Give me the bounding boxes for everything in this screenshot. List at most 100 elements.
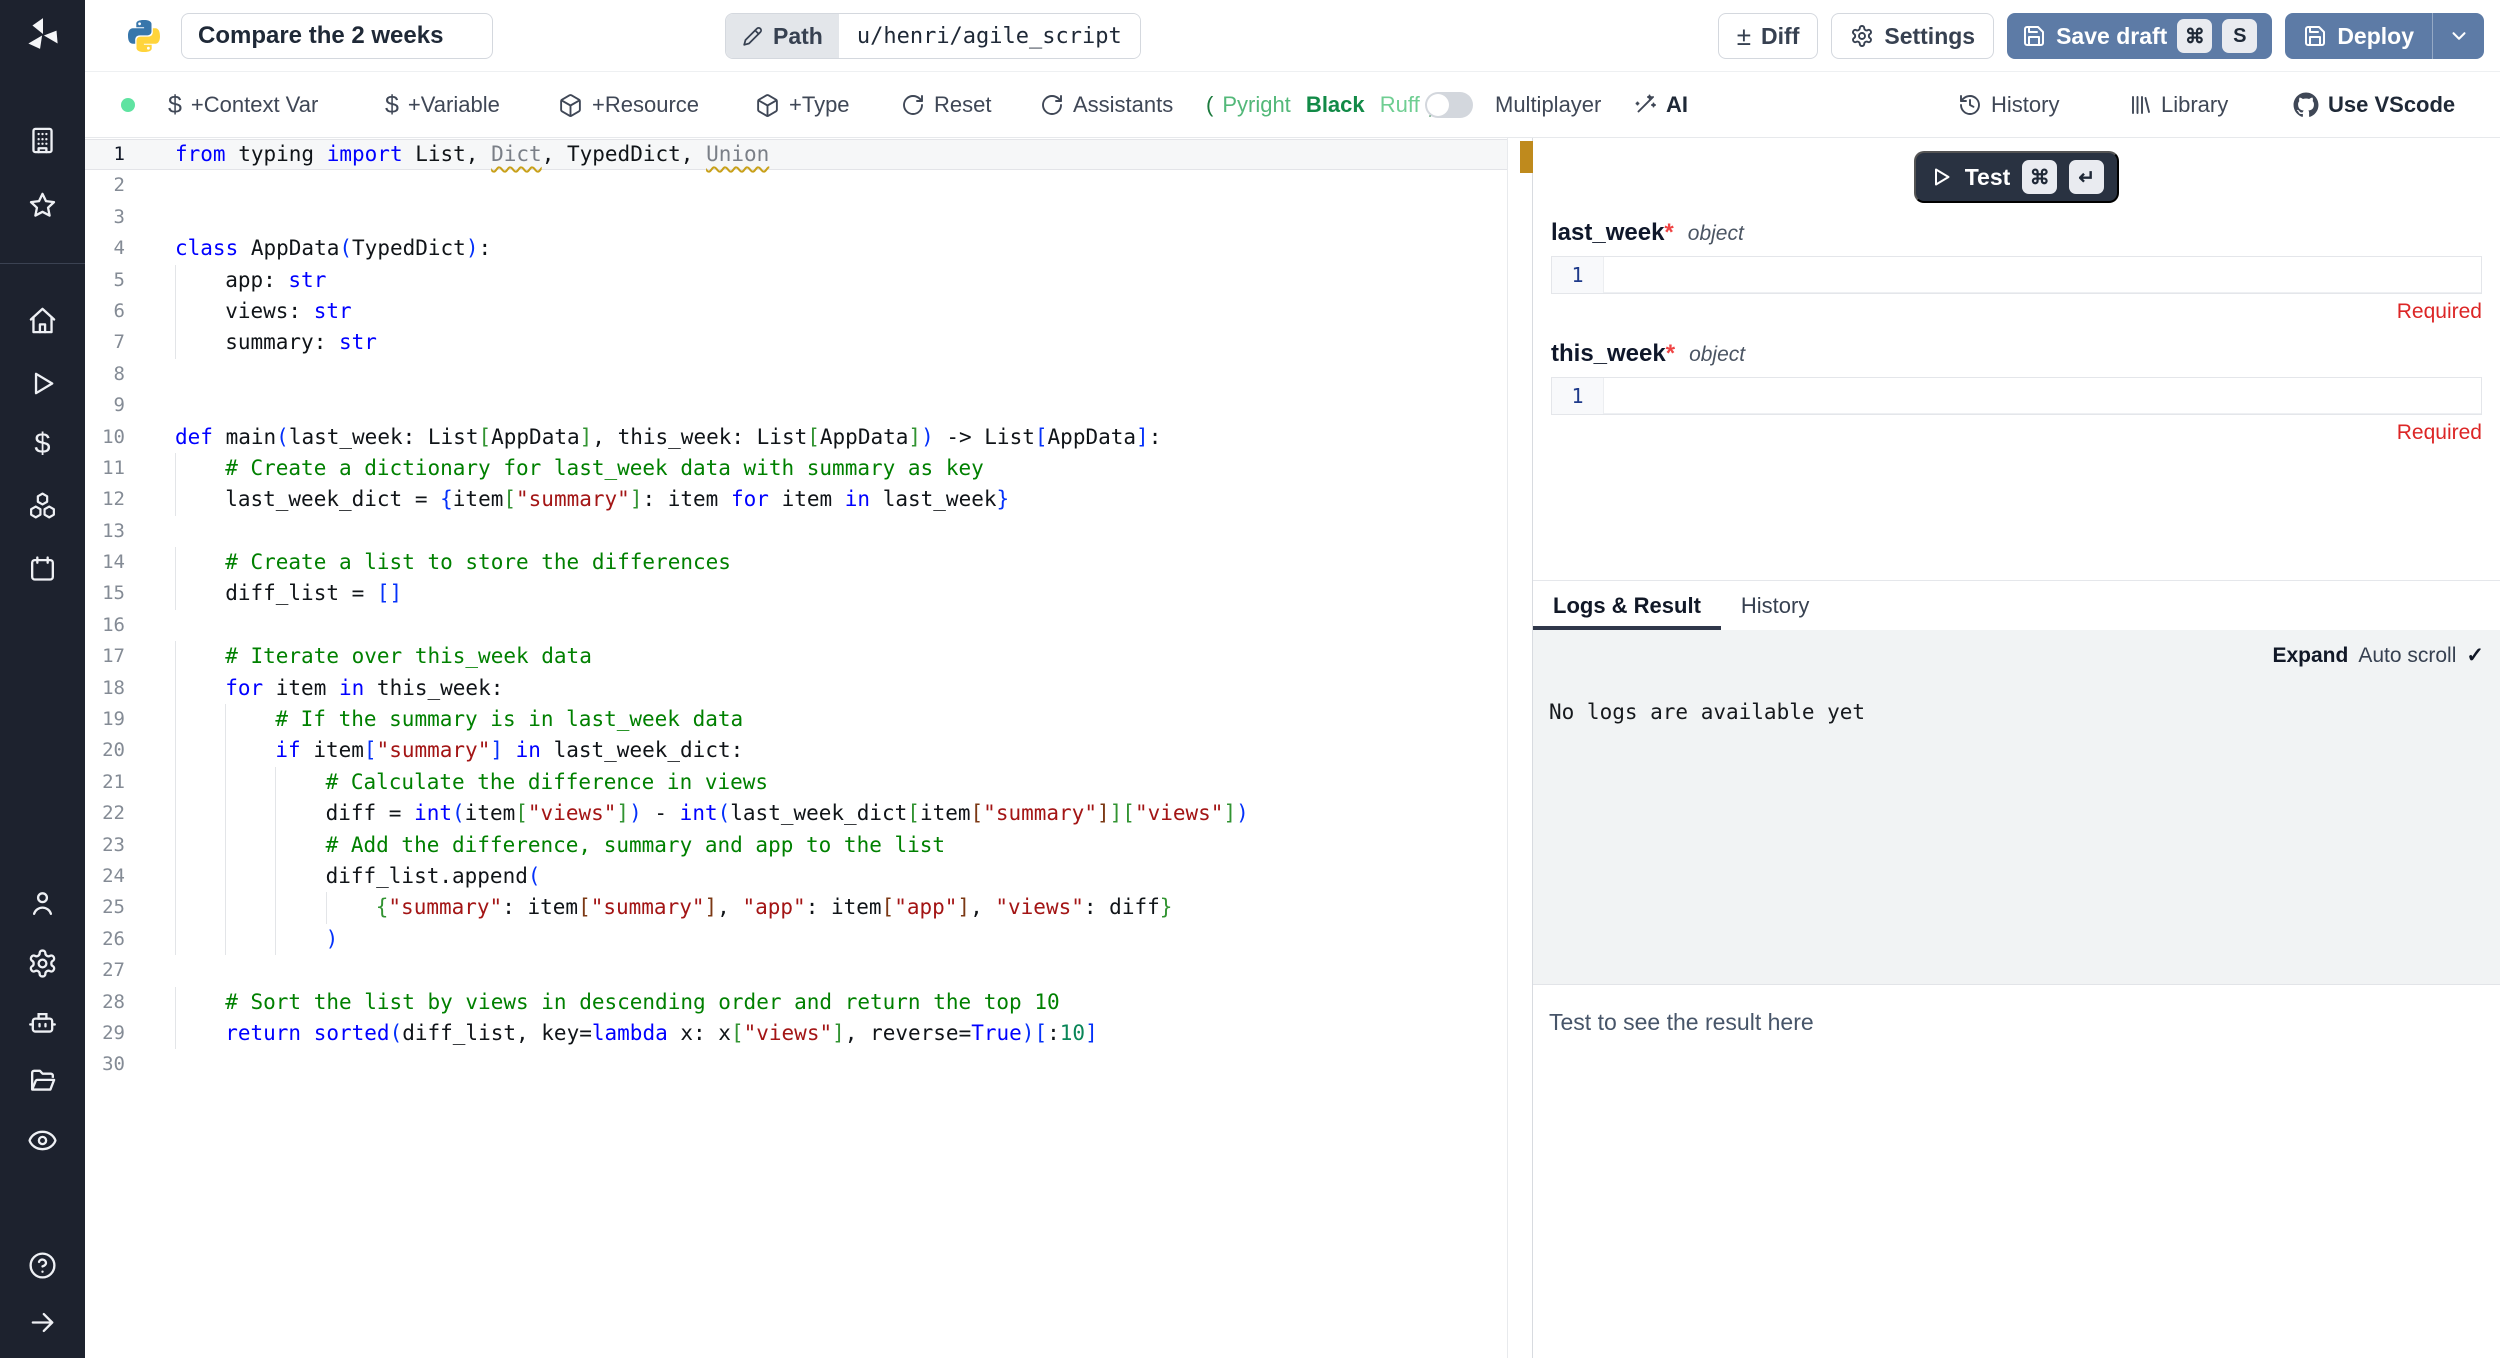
code-line[interactable]: 26) [85,924,1507,955]
windmill-logo[interactable] [0,0,85,70]
building-icon[interactable] [27,125,58,156]
json-editor-content[interactable] [1604,378,2481,414]
gear-icon [1850,24,1874,48]
multiplayer-toggle[interactable] [1425,72,1473,138]
code-line[interactable]: 17# Iterate over this_week data [85,641,1507,672]
code-line[interactable]: 24diff_list.append( [85,861,1507,892]
code-line[interactable]: 15diff_list = [] [85,578,1507,609]
line-content: # Calculate the difference in views [175,767,768,798]
code-line[interactable]: 28# Sort the list by views in descending… [85,987,1507,1018]
line-number: 9 [85,390,125,421]
code-line[interactable]: 21# Calculate the difference in views [85,767,1507,798]
code-line[interactable]: 30 [85,1049,1507,1080]
code-line[interactable]: 4class AppData(TypedDict): [85,233,1507,264]
left-sidebar: $ [0,0,85,1358]
line-content: # If the summary is in last_week data [175,704,743,735]
reset-button[interactable]: Reset [901,72,991,138]
autoscroll-checkbox[interactable]: ✓ [2466,643,2484,668]
line-content: # Sort the list by views in descending o… [175,987,1060,1018]
schedules-calendar-icon[interactable] [27,553,58,584]
tab-logs-result[interactable]: Logs & Result [1533,581,1721,630]
code-line[interactable]: 7summary: str [85,327,1507,358]
code-line[interactable]: 25{"summary": item["summary"], "app": it… [85,892,1507,923]
json-editor-line-number: 1 [1552,257,1604,293]
code-line[interactable]: 18for item in this_week: [85,673,1507,704]
code-line[interactable]: 29return sorted(diff_list, key=lambda x:… [85,1018,1507,1049]
deploy-button[interactable]: Deploy [2285,13,2432,59]
path-group[interactable]: Path u/henri/agile_script [725,13,1141,59]
code-editor[interactable]: 1from typing import List, Dict, TypedDic… [85,138,1508,1358]
script-title-input[interactable] [181,13,493,59]
preview-panel: Test ⌘ ↵ last_week* object 1 Required th… [1532,138,2500,1358]
last-week-json-input[interactable]: 1 [1551,256,2482,294]
user-icon[interactable] [27,888,58,919]
runs-play-icon[interactable] [27,368,58,399]
star-icon[interactable] [27,190,58,221]
line-content: return sorted(diff_list, key=lambda x: x… [175,1018,1098,1049]
this-week-json-input[interactable]: 1 [1551,377,2482,415]
eye-icon[interactable] [27,1125,58,1156]
code-line[interactable]: 19# If the summary is in last_week data [85,704,1507,735]
history-button[interactable]: History [1958,72,2059,138]
line-number: 5 [85,265,125,296]
arg-type: object [1688,222,1744,246]
code-line[interactable]: 9 [85,390,1507,421]
line-number: 7 [85,327,125,358]
code-line[interactable]: 22diff = int(item["views"]) - int(last_w… [85,798,1507,829]
code-line[interactable]: 10def main(last_week: List[AppData], thi… [85,422,1507,453]
line-number: 16 [85,610,125,641]
folder-open-icon[interactable] [27,1065,58,1096]
library-button[interactable]: Library [2128,72,2228,138]
code-line[interactable]: 20if item["summary"] in last_week_dict: [85,735,1507,766]
assistants-button[interactable]: Assistants [1040,72,1173,138]
play-icon [1929,165,1953,189]
deploy-dropdown-button[interactable] [2432,13,2484,59]
add-resource-button[interactable]: +Resource [558,72,699,138]
code-line[interactable]: 14# Create a list to store the differenc… [85,547,1507,578]
expand-button[interactable]: Expand [2272,644,2348,668]
bot-icon[interactable] [27,1007,58,1038]
code-line[interactable]: 3 [85,202,1507,233]
code-line[interactable]: 6views: str [85,296,1507,327]
multiplayer-label-group: Multiplayer [1495,72,1601,138]
code-line[interactable]: 12last_week_dict = {item["summary"]: ite… [85,484,1507,515]
gear-icon[interactable] [27,948,58,979]
line-number: 10 [85,422,125,453]
settings-button[interactable]: Settings [1831,13,1994,59]
add-variable-button[interactable]: $ +Variable [385,72,500,138]
path-label[interactable]: Path [726,14,839,58]
chevron-down-icon [2448,25,2470,47]
code-line[interactable]: 8 [85,359,1507,390]
kbd-cmd: ⌘ [2022,160,2057,194]
code-line[interactable]: 13 [85,516,1507,547]
ai-button[interactable]: AI [1633,72,1688,138]
resources-boxes-icon[interactable] [27,490,58,521]
tab-history[interactable]: History [1721,581,1829,630]
test-button[interactable]: Test ⌘ ↵ [1914,151,2120,203]
code-line[interactable]: 5app: str [85,265,1507,296]
toggle-off[interactable] [1425,92,1473,118]
arg-label-this-week: this_week* object [1551,340,2482,368]
diff-button[interactable]: ± Diff [1718,13,1819,59]
code-line[interactable]: 11# Create a dictionary for last_week da… [85,453,1507,484]
json-editor-content[interactable] [1604,257,2481,293]
line-content: class AppData(TypedDict): [175,233,491,264]
add-type-button[interactable]: +Type [755,72,850,138]
code-line[interactable]: 27 [85,955,1507,986]
code-line[interactable]: 2 [85,170,1507,201]
code-line[interactable]: 1from typing import List, Dict, TypedDic… [85,139,1507,170]
line-number: 13 [85,516,125,547]
add-context-var-button[interactable]: $ +Context Var [168,72,318,138]
home-icon[interactable] [27,305,58,336]
variables-dollar-icon[interactable]: $ [27,428,58,459]
collapse-arrow-right-icon[interactable] [27,1307,58,1338]
help-circle-icon[interactable] [27,1250,58,1281]
code-line[interactable]: 23# Add the difference, summary and app … [85,830,1507,861]
line-number: 24 [85,861,125,892]
use-vscode-button[interactable]: Use VScode [2293,72,2455,138]
path-value[interactable]: u/henri/agile_script [839,14,1140,58]
library-icon [2128,93,2152,117]
code-line[interactable]: 16 [85,610,1507,641]
save-draft-button[interactable]: Save draft ⌘ S [2007,13,2272,59]
line-content: diff_list = [] [175,578,402,609]
